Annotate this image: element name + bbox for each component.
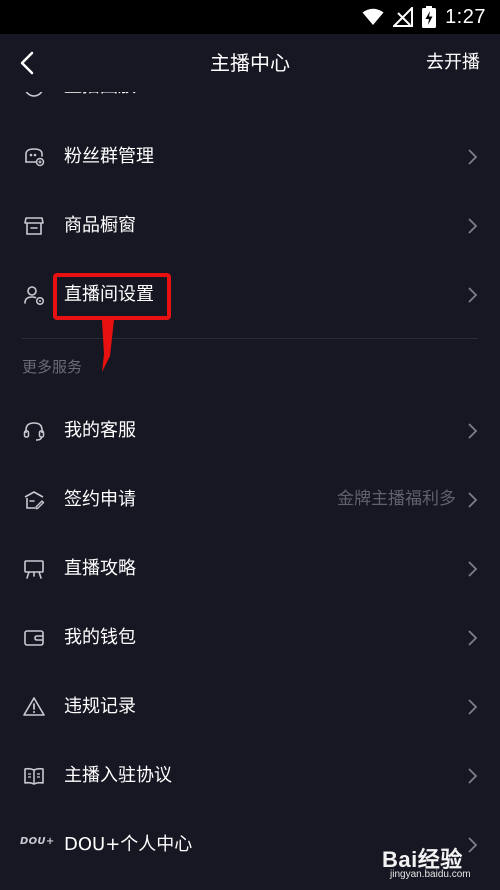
list-item-label: 直播攻略 xyxy=(64,558,136,579)
list-item-label: 违规记录 xyxy=(64,696,136,717)
easel-icon xyxy=(24,560,44,579)
list-item-live-room-settings[interactable]: 直播间设置 xyxy=(0,260,500,329)
replay-icon xyxy=(25,92,43,97)
status-bar: 1:27 xyxy=(0,0,500,34)
chevron-right-icon xyxy=(468,837,478,853)
list-item-label: 签约申请 xyxy=(64,489,136,510)
divider xyxy=(22,338,478,339)
wallet-icon xyxy=(24,630,44,646)
wifi-icon xyxy=(362,8,384,25)
section-title-more-services: 更多服务 xyxy=(22,358,83,376)
chevron-right-icon xyxy=(468,218,478,234)
chevron-right-icon xyxy=(468,423,478,439)
book-icon xyxy=(24,767,44,785)
contract-icon xyxy=(24,491,45,510)
list-item-contract-application[interactable]: 签约申请 金牌主播福利多 xyxy=(0,465,500,534)
list-item-label: DOU+个人中心 xyxy=(64,834,193,855)
live-room-settings-icon xyxy=(24,286,45,306)
list-item-customer-service[interactable]: 我的客服 xyxy=(0,396,500,465)
nav-bar: 主播中心 去开播 xyxy=(0,34,500,92)
chevron-right-icon xyxy=(468,768,478,784)
chevron-right-icon xyxy=(468,699,478,715)
list-item-label: 粉丝群管理 xyxy=(64,146,154,167)
list-item-label: 我的钱包 xyxy=(64,627,136,648)
page-title: 主播中心 xyxy=(210,51,290,75)
list-item-label: 直播间设置 xyxy=(64,284,154,305)
chevron-right-icon xyxy=(468,561,478,577)
list-item-streamer-agreement[interactable]: 主播入驻协议 xyxy=(0,741,500,810)
back-button[interactable] xyxy=(12,47,44,79)
list-item-shop-window[interactable]: 商品橱窗 xyxy=(0,191,500,260)
no-signal-icon xyxy=(393,7,414,27)
go-live-button[interactable]: 去开播 xyxy=(426,34,480,92)
list-item-label: 直播回放 xyxy=(64,92,136,107)
list-item-label: 我的客服 xyxy=(64,420,136,441)
list-item-live-guide[interactable]: 直播攻略 xyxy=(0,534,500,603)
list-item-violation-record[interactable]: 违规记录 xyxy=(0,672,500,741)
chevron-right-icon xyxy=(468,287,478,303)
battery-charging-icon xyxy=(422,6,437,28)
warning-icon xyxy=(23,697,45,716)
shop-window-icon xyxy=(24,217,44,235)
status-time: 1:27 xyxy=(445,5,486,28)
list-item-label: 商品橱窗 xyxy=(64,215,136,236)
list-item-live-replay[interactable]: 直播回放 xyxy=(0,92,500,122)
fan-group-icon xyxy=(25,148,45,167)
back-arrow-icon xyxy=(20,51,34,75)
chevron-right-icon xyxy=(468,149,478,165)
list-item-hint: 金牌主播福利多 xyxy=(337,489,456,509)
list-item-wallet[interactable]: 我的钱包 xyxy=(0,603,500,672)
list-item-label: 主播入驻协议 xyxy=(64,765,172,786)
dou-plus-icon: DOU+ xyxy=(20,836,55,847)
list-item-fan-group[interactable]: 粉丝群管理 xyxy=(0,122,500,191)
chevron-right-icon xyxy=(468,630,478,646)
headset-icon xyxy=(23,422,45,441)
chevron-right-icon xyxy=(468,492,478,508)
list-item-dou-plus-center[interactable]: DOU+ DOU+个人中心 xyxy=(0,810,500,879)
